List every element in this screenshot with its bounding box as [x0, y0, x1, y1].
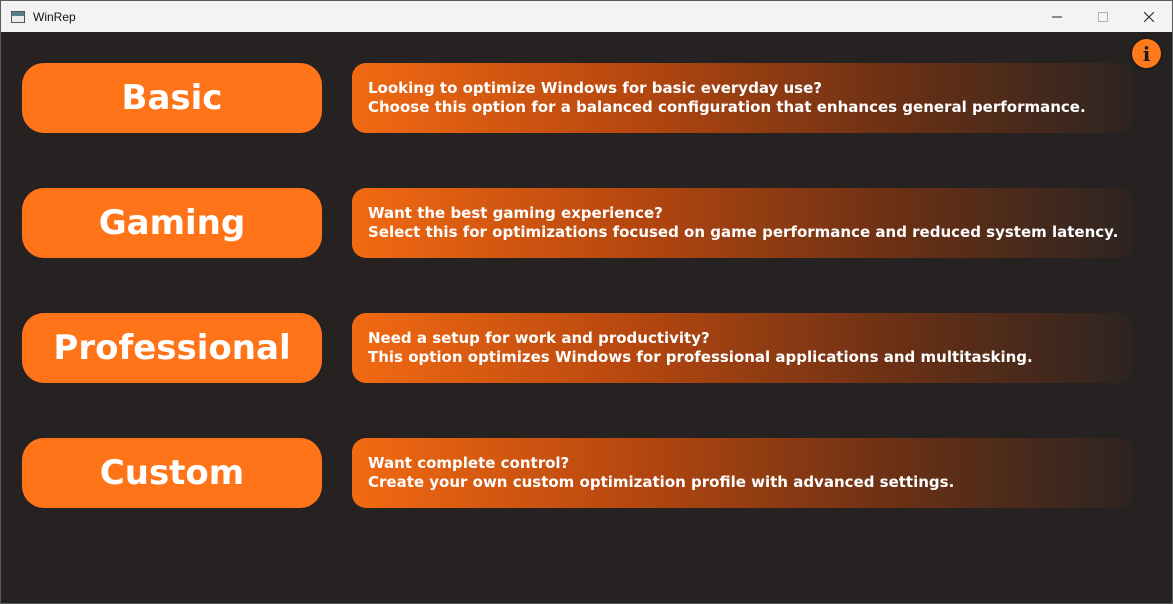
window-title: WinRep [33, 9, 76, 24]
info-icon: i [1142, 41, 1151, 66]
basic-description: Looking to optimize Windows for basic ev… [352, 63, 1132, 133]
maximize-icon [1098, 11, 1108, 22]
option-row-professional: Professional Need a setup for work and p… [22, 313, 1132, 383]
gaming-description: Want the best gaming experience? Select … [352, 188, 1132, 258]
custom-description-line1: Want complete control? [368, 454, 570, 472]
option-row-custom: Custom Want complete control? Create you… [22, 438, 1132, 508]
custom-button[interactable]: Custom [22, 438, 322, 508]
title-bar[interactable]: WinRep [1, 1, 1172, 32]
gaming-description-line1: Want the best gaming experience? [368, 204, 663, 222]
app-window: WinRep i Basic Looking to optimize Windo… [0, 0, 1173, 604]
close-icon [1144, 11, 1154, 22]
basic-button[interactable]: Basic [22, 63, 322, 133]
close-button[interactable] [1126, 1, 1172, 32]
minimize-button[interactable] [1034, 1, 1080, 32]
maximize-button[interactable] [1080, 1, 1126, 32]
minimize-icon [1052, 16, 1062, 17]
professional-description-line1: Need a setup for work and productivity? [368, 329, 710, 347]
app-icon [11, 10, 25, 23]
option-row-basic: Basic Looking to optimize Windows for ba… [22, 63, 1132, 133]
info-button[interactable]: i [1132, 39, 1161, 68]
professional-button[interactable]: Professional [22, 313, 322, 383]
professional-description: Need a setup for work and productivity? … [352, 313, 1132, 383]
basic-description-line2: Choose this option for a balanced config… [368, 98, 1086, 116]
window-controls [1034, 1, 1172, 32]
basic-description-line1: Looking to optimize Windows for basic ev… [368, 79, 822, 97]
custom-description: Want complete control? Create your own c… [352, 438, 1132, 508]
custom-description-line2: Create your own custom optimization prof… [368, 473, 955, 491]
gaming-description-line2: Select this for optimizations focused on… [368, 223, 1119, 241]
professional-description-line2: This option optimizes Windows for profes… [368, 348, 1033, 366]
option-row-gaming: Gaming Want the best gaming experience? … [22, 188, 1132, 258]
gaming-button[interactable]: Gaming [22, 188, 322, 258]
